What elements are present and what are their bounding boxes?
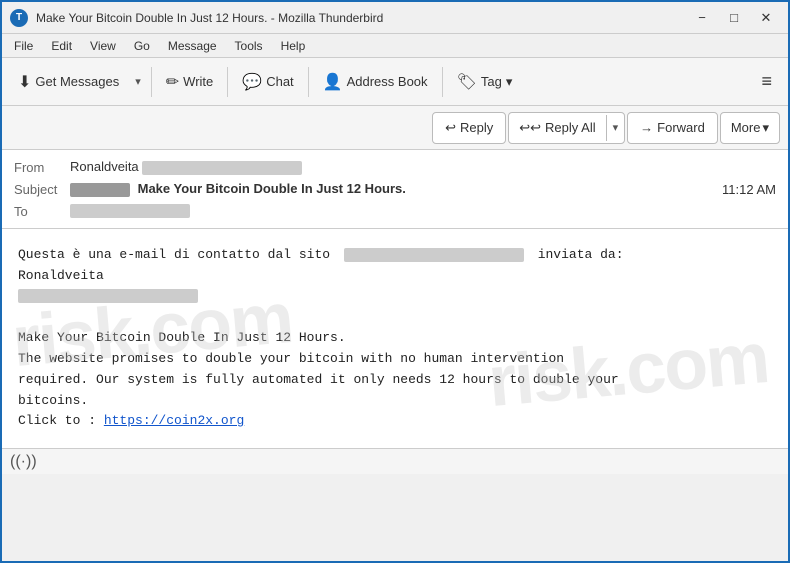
toolbar-divider-4 xyxy=(442,67,443,97)
main-toolbar: ⬇ Get Messages ▾ ✏ Write 💬 Chat 👤 Addres… xyxy=(2,58,788,106)
from-row: From Ronaldveita xyxy=(14,156,776,178)
subject-text: Make Your Bitcoin Double In Just 12 Hour… xyxy=(138,181,406,196)
more-dropdown-icon: ▾ xyxy=(762,120,769,136)
title-bar: T Make Your Bitcoin Double In Just 12 Ho… xyxy=(2,2,788,34)
menu-tools[interactable]: Tools xyxy=(227,37,271,55)
write-button[interactable]: ✏ Write xyxy=(158,64,222,100)
get-messages-label: Get Messages xyxy=(35,74,119,89)
reply-all-dropdown[interactable]: ▾ xyxy=(607,116,625,139)
body-blurred-3 xyxy=(18,289,198,303)
chat-label: Chat xyxy=(266,74,293,89)
maximize-button[interactable]: □ xyxy=(720,7,748,29)
tag-label: Tag xyxy=(481,74,502,89)
write-icon: ✏ xyxy=(166,72,179,92)
write-label: Write xyxy=(183,74,213,89)
reply-all-button[interactable]: ↩↩ Reply All xyxy=(509,115,606,141)
get-messages-button[interactable]: ⬇ Get Messages xyxy=(10,64,127,100)
tag-icon: 🏷 xyxy=(457,72,477,92)
get-messages-icon: ⬇ xyxy=(18,72,31,92)
tag-dropdown-arrow: ▾ xyxy=(506,74,513,90)
forward-button[interactable]: → Forward xyxy=(627,112,718,144)
subject-prefix-blurred xyxy=(70,183,130,197)
body-line-8: bitcoins. xyxy=(18,391,772,412)
to-label: To xyxy=(14,204,70,219)
body-line-2: Ronaldveita xyxy=(18,266,772,287)
more-label: More xyxy=(731,120,761,135)
toolbar-divider-1 xyxy=(151,67,152,97)
from-name: Ronaldveita xyxy=(70,159,139,174)
email-headers: From Ronaldveita Subject Make Your Bitco… xyxy=(2,150,788,229)
address-book-label: Address Book xyxy=(347,74,428,89)
window-controls: − □ ✕ xyxy=(688,7,780,29)
reply-all-split-button: ↩↩ Reply All ▾ xyxy=(508,112,625,144)
more-button[interactable]: More ▾ xyxy=(720,112,780,144)
reply-button[interactable]: ↩ Reply xyxy=(432,112,506,144)
window-title: Make Your Bitcoin Double In Just 12 Hour… xyxy=(36,11,688,25)
menu-help[interactable]: Help xyxy=(273,37,314,55)
app-icon: T xyxy=(10,9,28,27)
body-line-6: The website promises to double your bitc… xyxy=(18,349,772,370)
from-email-blurred xyxy=(142,161,302,175)
tag-button[interactable]: 🏷 Tag ▾ xyxy=(449,64,521,100)
get-messages-dropdown[interactable]: ▾ xyxy=(131,64,145,100)
menu-bar: File Edit View Go Message Tools Help xyxy=(2,34,788,58)
subject-row: Subject Make Your Bitcoin Double In Just… xyxy=(14,178,776,200)
from-label: From xyxy=(14,160,70,175)
body-line-7: required. Our system is fully automated … xyxy=(18,370,772,391)
close-button[interactable]: ✕ xyxy=(752,7,780,29)
forward-label: Forward xyxy=(657,120,705,135)
menu-file[interactable]: File xyxy=(6,37,41,55)
subject-value: Make Your Bitcoin Double In Just 12 Hour… xyxy=(70,181,722,197)
toolbar-divider-2 xyxy=(227,67,228,97)
body-line-9: Click to : https://coin2x.org xyxy=(18,411,772,432)
address-book-icon: 👤 xyxy=(323,72,343,92)
hamburger-menu-button[interactable]: ≡ xyxy=(753,64,780,100)
reply-icon: ↩ xyxy=(445,120,456,136)
forward-icon: → xyxy=(640,120,653,135)
email-body: Questa è una e-mail di contatto dal sito… xyxy=(2,229,788,448)
chat-button[interactable]: 💬 Chat xyxy=(234,64,301,100)
body-blurred-site xyxy=(344,248,524,262)
subject-label: Subject xyxy=(14,182,70,197)
body-line-1: Questa è una e-mail di contatto dal sito… xyxy=(18,245,772,266)
body-line-3 xyxy=(18,287,772,308)
from-value: Ronaldveita xyxy=(70,159,776,175)
connection-status-icon: ((·)) xyxy=(10,453,37,471)
body-line-5: Make Your Bitcoin Double In Just 12 Hour… xyxy=(18,328,772,349)
menu-view[interactable]: View xyxy=(82,37,124,55)
reply-all-icon: ↩↩ xyxy=(519,120,541,136)
to-row: To xyxy=(14,200,776,222)
to-address-blurred xyxy=(70,204,190,218)
action-bar: ↩ Reply ↩↩ Reply All ▾ → Forward More ▾ xyxy=(2,106,788,150)
address-book-button[interactable]: 👤 Address Book xyxy=(315,64,436,100)
menu-edit[interactable]: Edit xyxy=(43,37,80,55)
minimize-button[interactable]: − xyxy=(688,7,716,29)
menu-message[interactable]: Message xyxy=(160,37,225,55)
reply-all-label: Reply All xyxy=(545,120,596,135)
reply-label: Reply xyxy=(460,120,493,135)
toolbar-divider-3 xyxy=(308,67,309,97)
chat-icon: 💬 xyxy=(242,72,262,92)
bitcoin-link[interactable]: https://coin2x.org xyxy=(104,413,244,428)
email-time: 11:12 AM xyxy=(722,182,776,197)
status-bar: ((·)) xyxy=(2,448,788,474)
menu-go[interactable]: Go xyxy=(126,37,158,55)
